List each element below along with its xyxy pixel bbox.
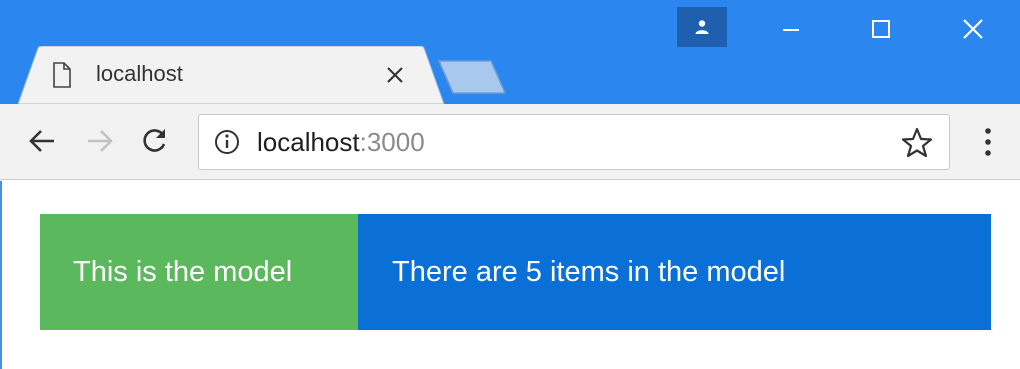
minimize-icon: [783, 29, 799, 31]
browser-window: localhost localhost:3000 This is the mod…: [0, 0, 1020, 369]
person-icon: [695, 20, 709, 34]
url-host: localhost: [257, 127, 360, 157]
page-icon: [53, 62, 71, 88]
forward-arrow-icon: [88, 130, 113, 152]
reload-icon: [143, 129, 166, 152]
forward-button[interactable]: [78, 119, 122, 163]
maximize-button[interactable]: [856, 12, 906, 46]
url-text[interactable]: localhost:3000: [257, 128, 425, 156]
close-window-icon: [963, 19, 983, 39]
new-tab-button[interactable]: [437, 59, 509, 95]
model-label: This is the model: [40, 214, 358, 330]
tab-title: localhost: [96, 61, 183, 86]
back-button[interactable]: [20, 119, 64, 163]
info-icon[interactable]: [213, 128, 241, 156]
url-port: :3000: [359, 127, 425, 157]
model-count-label: There are 5 items in the model: [358, 214, 991, 330]
close-icon: [387, 67, 403, 83]
profile-button[interactable]: [677, 7, 727, 47]
star-icon[interactable]: [900, 126, 934, 160]
kebab-menu-icon[interactable]: [974, 122, 1002, 162]
tab-close-button[interactable]: [381, 61, 409, 89]
close-window-button[interactable]: [948, 12, 998, 46]
maximize-icon: [872, 20, 890, 38]
reload-button[interactable]: [132, 119, 176, 163]
back-arrow-icon: [29, 130, 54, 152]
minimize-button[interactable]: [766, 12, 816, 46]
